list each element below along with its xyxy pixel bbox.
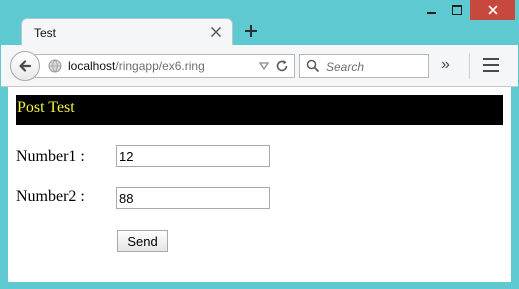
- page-title: Post Test: [17, 99, 75, 116]
- url-path: /ringapp/ex6.ring: [115, 59, 205, 73]
- browser-window: Test localhost/ringapp/ex6.ring Search »…: [0, 0, 519, 289]
- maximize-icon: [452, 5, 462, 15]
- page-banner: Post Test: [16, 95, 503, 125]
- history-dropdown-icon[interactable]: [259, 61, 269, 71]
- toolbar-divider: [469, 53, 470, 79]
- search-placeholder: Search: [326, 60, 365, 74]
- url-host: localhost: [68, 59, 116, 73]
- navigation-toolbar: localhost/ringapp/ex6.ring Search »: [1, 45, 518, 87]
- tab-close-icon[interactable]: [208, 24, 224, 40]
- maximize-button[interactable]: [444, 0, 470, 20]
- number2-label: Number2 :: [16, 188, 85, 205]
- close-icon: [487, 5, 498, 15]
- globe-icon: [48, 59, 62, 73]
- new-tab-icon[interactable]: [242, 22, 260, 40]
- tab-test[interactable]: Test: [21, 18, 233, 46]
- number2-input[interactable]: [116, 187, 270, 209]
- minimize-icon: [426, 12, 436, 14]
- search-bar[interactable]: Search: [299, 54, 429, 78]
- address-bar[interactable]: localhost/ringapp/ex6.ring: [35, 54, 295, 78]
- overflow-chevron-icon[interactable]: »: [441, 57, 459, 75]
- tab-title: Test: [34, 26, 57, 40]
- number1-input[interactable]: [116, 145, 270, 167]
- page-content: Post Test Number1 : Number2 : Send: [8, 87, 511, 282]
- search-icon: [306, 59, 320, 73]
- hamburger-menu-icon[interactable]: [483, 58, 499, 72]
- back-button[interactable]: [10, 51, 40, 81]
- number1-label: Number1 :: [16, 148, 85, 165]
- send-button[interactable]: Send: [117, 230, 168, 252]
- url-text: localhost/ringapp/ex6.ring: [68, 59, 205, 73]
- minimize-button[interactable]: [418, 0, 444, 20]
- reload-icon[interactable]: [275, 59, 289, 73]
- window-close-button[interactable]: [470, 0, 515, 20]
- back-arrow-icon: [19, 60, 32, 72]
